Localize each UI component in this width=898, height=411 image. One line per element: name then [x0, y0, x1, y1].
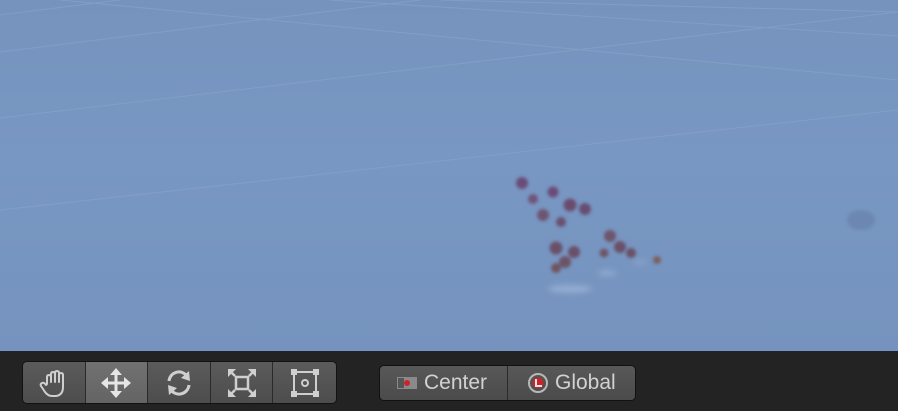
- scene-grid: [0, 0, 898, 211]
- pivot-rotation-label: Global: [555, 371, 616, 394]
- pivot-controls: Center Global: [380, 366, 635, 400]
- pivot-rotation-button[interactable]: Global: [508, 366, 635, 400]
- rotate-tool-button[interactable]: [148, 362, 211, 403]
- move-arrows-icon: [101, 367, 132, 398]
- pivot-mode-button[interactable]: Center: [380, 366, 508, 400]
- scene-canvas[interactable]: [0, 0, 898, 351]
- transform-tools: [23, 362, 336, 403]
- scale-tool-button[interactable]: [210, 362, 274, 403]
- pivot-mode-label: Center: [424, 371, 488, 394]
- scene-toolbar: Center Global: [0, 351, 898, 411]
- scene-marker[interactable]: [847, 210, 875, 230]
- rect-tool-button[interactable]: [273, 362, 336, 403]
- rect-transform-icon: [290, 368, 319, 397]
- rotate-icon: [167, 369, 191, 396]
- scene-view[interactable]: [0, 0, 898, 351]
- hand-tool-button[interactable]: [23, 362, 86, 403]
- pivot-center-icon: [397, 377, 417, 389]
- move-tool-button[interactable]: [85, 362, 149, 403]
- hand-icon: [39, 369, 64, 397]
- global-axis-icon: [528, 373, 548, 393]
- scale-icon: [227, 368, 256, 397]
- particle-system[interactable]: [516, 177, 661, 273]
